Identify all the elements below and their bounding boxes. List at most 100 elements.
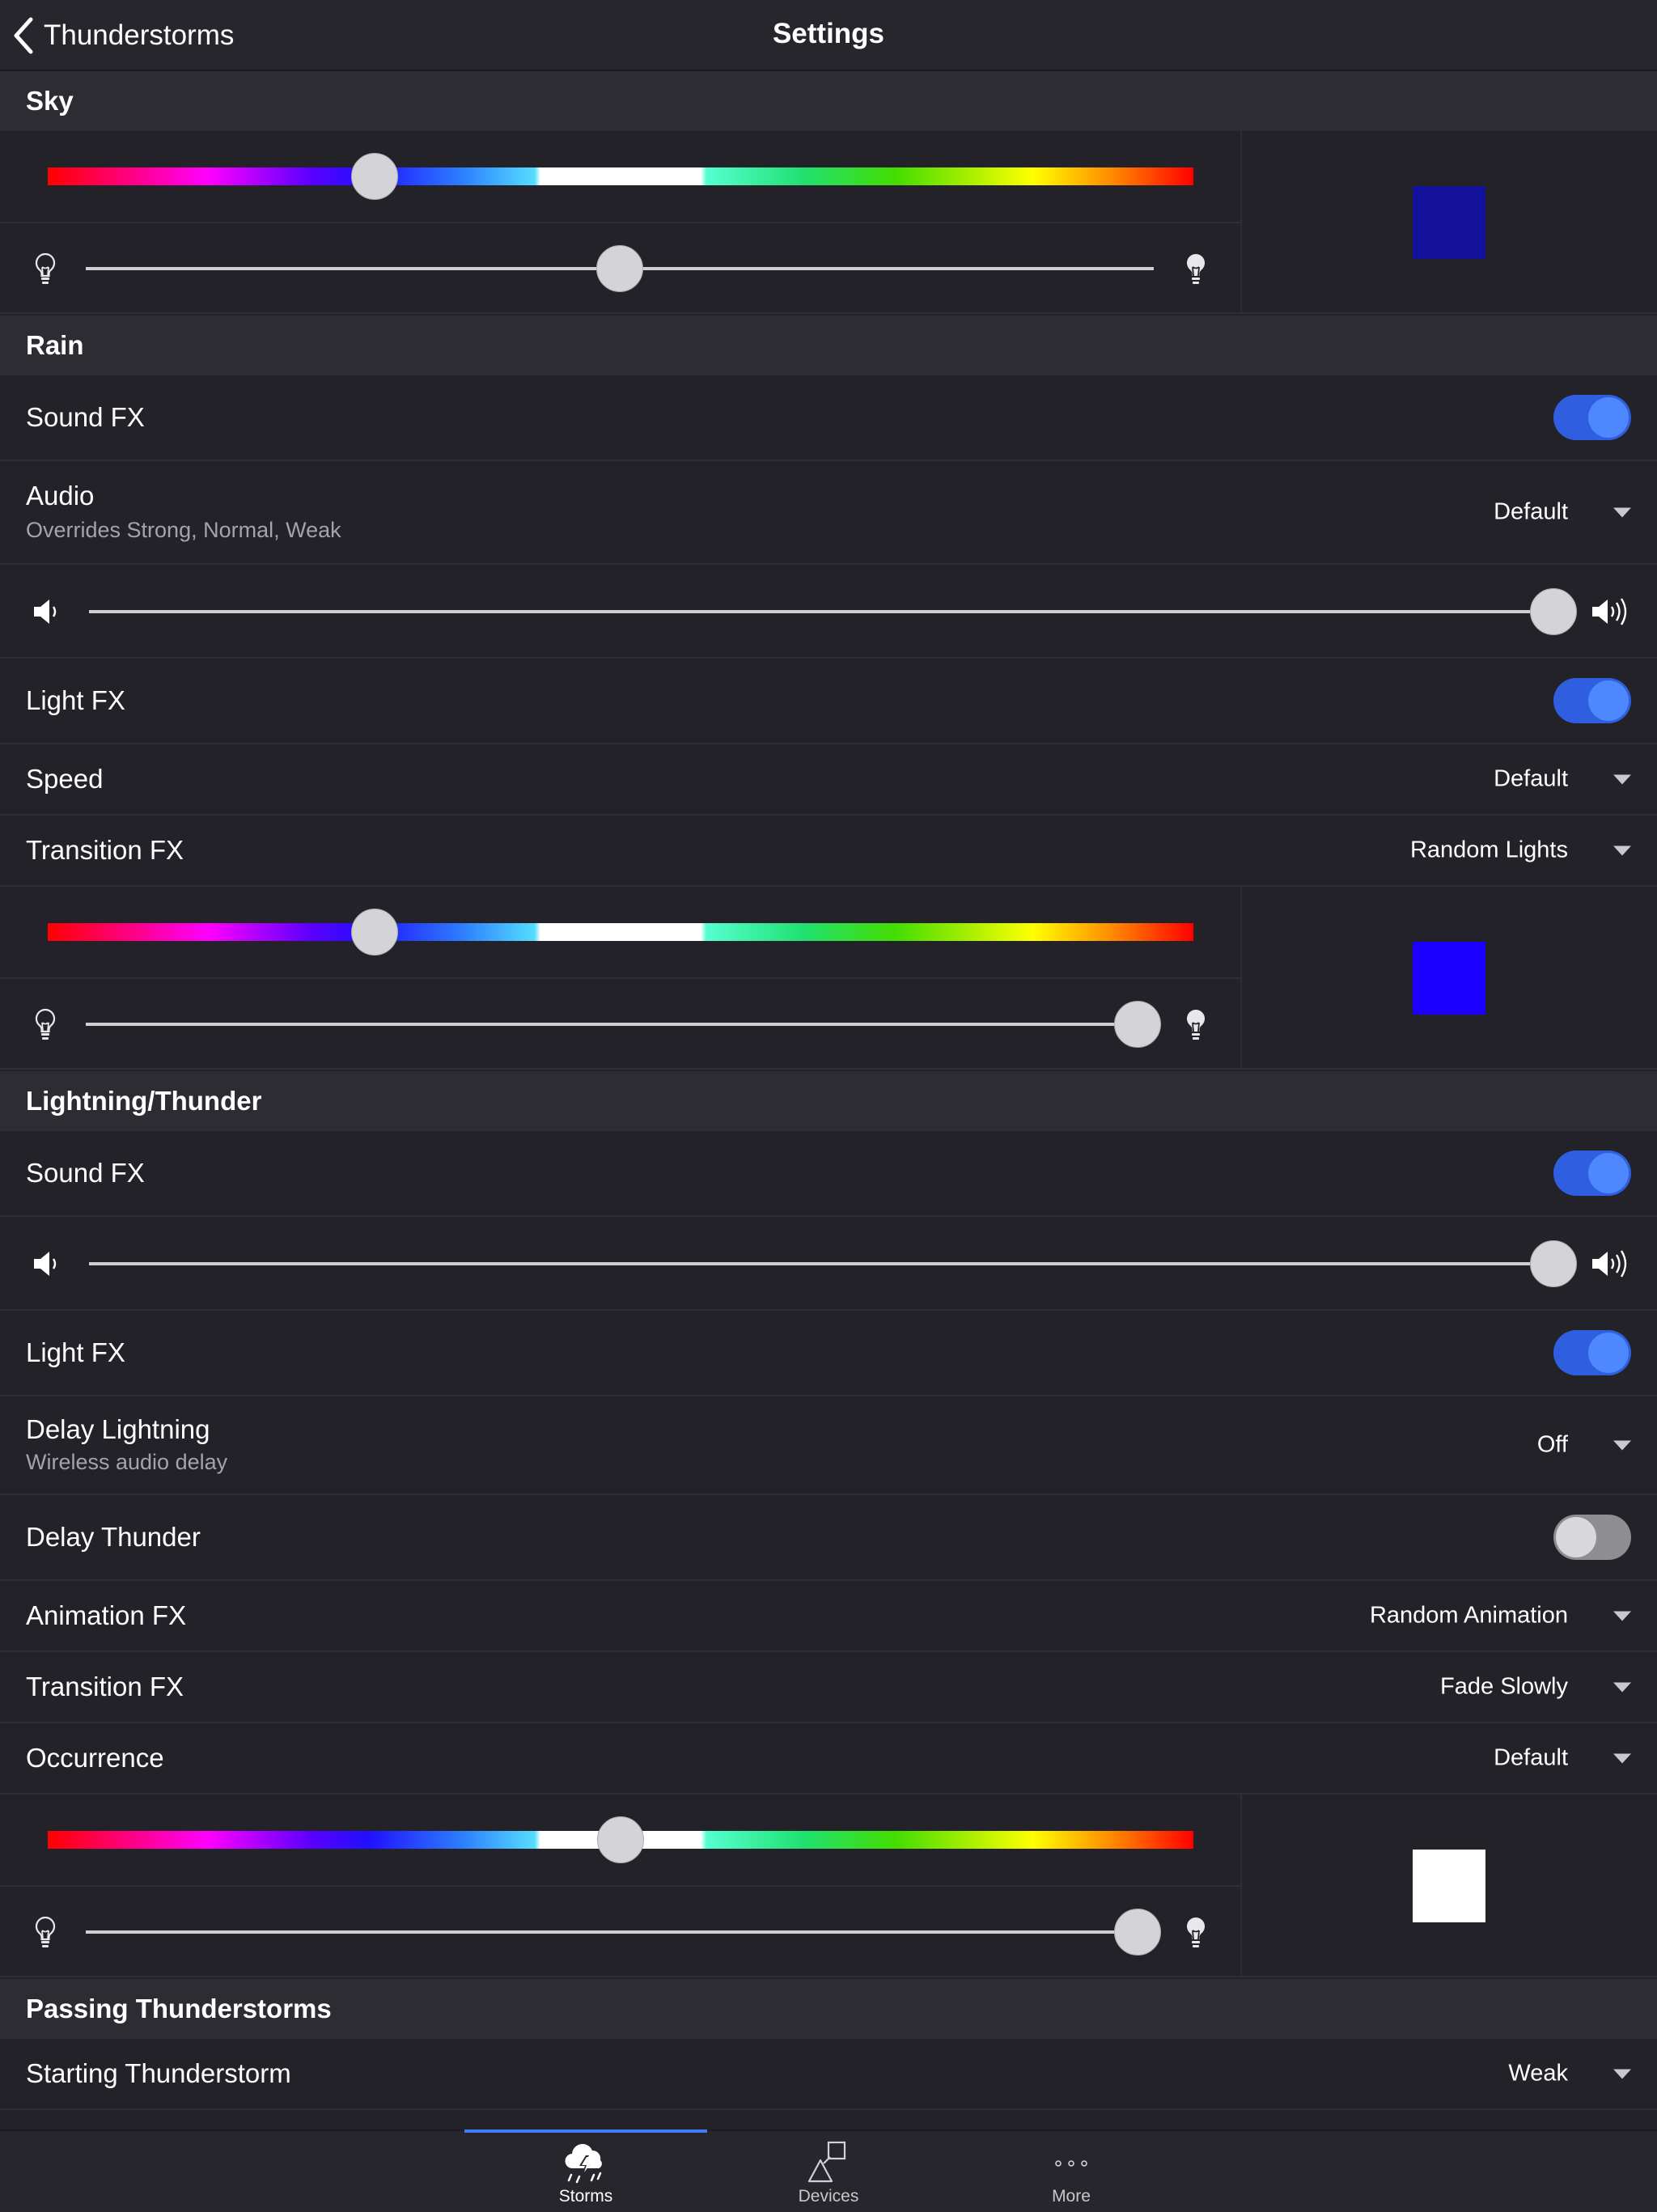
dropdown-caret-icon [1613, 2069, 1631, 2079]
tab-more[interactable]: More [950, 2131, 1193, 2212]
tab-more-label: More [1052, 2187, 1091, 2206]
rain-sound-fx-label: Sound FX [26, 402, 145, 432]
dropdown-caret-icon [1613, 1682, 1631, 1692]
lightning-color-block [0, 1795, 1657, 1977]
rain-audio-dropdown[interactable]: Default [1494, 499, 1631, 526]
storm-cloud-icon [565, 2143, 602, 2184]
rain-light-fx-toggle[interactable] [1553, 678, 1631, 723]
delay-thunder-toggle[interactable] [1553, 1515, 1631, 1560]
animation-fx-value: Random Animation [1369, 1602, 1568, 1629]
rain-hue-slider-thumb[interactable] [350, 909, 398, 956]
rain-transition-fx-value: Random Lights [1409, 837, 1568, 863]
lightning-light-fx-label: Light FX [26, 1337, 125, 1367]
occurrence-row[interactable]: Occurrence Default [0, 1723, 1657, 1795]
rain-speed-label: Speed [26, 764, 104, 794]
lightning-transition-fx-label: Transition FX [26, 1672, 184, 1701]
rain-light-fx-label: Light FX [26, 685, 125, 715]
lightning-brightness-slider-track[interactable] [86, 1930, 1154, 1934]
animation-fx-row[interactable]: Animation FX Random Animation [0, 1581, 1657, 1652]
sky-hue-slider-track[interactable] [48, 167, 1193, 185]
rain-sound-fx-toggle[interactable] [1553, 395, 1631, 440]
bulb-bright-icon [1186, 1917, 1206, 1947]
rain-audio-row[interactable]: Audio Overrides Strong, Normal, Weak Def… [0, 461, 1657, 565]
speaker-high-icon [1592, 598, 1627, 625]
tab-devices-label: Devices [798, 2187, 859, 2206]
toggle-knob [1588, 397, 1629, 438]
delay-thunder-row: Delay Thunder [0, 1495, 1657, 1581]
tab-storms-label: Storms [558, 2187, 613, 2206]
rain-transition-fx-row[interactable]: Transition FX Random Lights [0, 816, 1657, 887]
sky-hue-row [0, 131, 1240, 223]
lightning-color-controls [0, 1795, 1242, 1976]
rain-color-swatch[interactable] [1413, 942, 1485, 1015]
lightning-light-fx-toggle[interactable] [1553, 1330, 1631, 1375]
delay-thunder-label: Delay Thunder [26, 1522, 201, 1552]
bulb-dim-icon [35, 252, 56, 284]
animation-fx-label: Animation FX [26, 1600, 187, 1630]
starting-thunderstorm-dropdown[interactable]: Weak [1508, 2061, 1631, 2087]
toggle-knob [1588, 680, 1629, 721]
rain-volume-slider-track[interactable] [89, 610, 1553, 613]
rain-sound-fx-row: Sound FX [0, 375, 1657, 461]
section-header-rain: Rain [0, 316, 1657, 375]
delay-lightning-sublabel: Wireless audio delay [26, 1450, 228, 1474]
rain-audio-value: Default [1494, 498, 1568, 525]
lightning-brightness-row [0, 1887, 1240, 1976]
dropdown-caret-icon [1613, 845, 1631, 855]
toggle-knob [1588, 1153, 1629, 1193]
lightning-volume-slider-thumb[interactable] [1530, 1240, 1577, 1287]
rain-color-block [0, 887, 1657, 1070]
lightning-hue-slider-thumb[interactable] [597, 1816, 644, 1863]
delay-lightning-dropdown[interactable]: Off [1537, 1432, 1631, 1459]
rain-speed-row[interactable]: Speed Default [0, 744, 1657, 816]
rain-transition-fx-dropdown[interactable]: Random Lights [1410, 837, 1631, 864]
rain-brightness-slider-track[interactable] [86, 1023, 1154, 1026]
rain-transition-fx-label: Transition FX [26, 835, 184, 865]
delay-lightning-row[interactable]: Delay Lightning Wireless audio delay Off [0, 1396, 1657, 1495]
rain-volume-slider-thumb[interactable] [1530, 588, 1577, 635]
dropdown-caret-icon [1613, 1611, 1631, 1621]
rain-brightness-row [0, 979, 1240, 1068]
dropdown-caret-icon [1613, 774, 1631, 784]
sky-brightness-slider-thumb[interactable] [596, 245, 643, 292]
delay-lightning-label: Delay Lightning [26, 1414, 210, 1444]
starting-thunderstorm-row[interactable]: Starting Thunderstorm Weak [0, 2039, 1657, 2110]
tab-storms[interactable]: Storms [464, 2131, 707, 2212]
animation-fx-dropdown[interactable]: Random Animation [1370, 1603, 1631, 1629]
lightning-transition-fx-dropdown[interactable]: Fade Slowly [1440, 1674, 1631, 1701]
page-title: Settings [772, 18, 885, 49]
lightning-hue-row [0, 1795, 1240, 1887]
dropdown-caret-icon [1613, 507, 1631, 517]
speaker-high-icon [1592, 1250, 1627, 1278]
occurrence-dropdown[interactable]: Default [1494, 1745, 1631, 1772]
lightning-sound-fx-row: Sound FX [0, 1131, 1657, 1217]
lightning-brightness-slider-thumb[interactable] [1114, 1909, 1162, 1956]
occurrence-label: Occurrence [26, 1743, 164, 1773]
rain-hue-slider-track[interactable] [48, 923, 1193, 941]
delay-lightning-value: Off [1536, 1431, 1568, 1458]
lightning-color-swatch[interactable] [1413, 1850, 1485, 1922]
lightning-volume-slider-track[interactable] [89, 1262, 1553, 1265]
lightning-light-fx-row: Light FX [0, 1311, 1657, 1396]
speaker-low-icon [34, 600, 57, 624]
section-header-passing: Passing Thunderstorms [0, 1979, 1657, 2039]
bulb-bright-icon [1186, 1010, 1206, 1040]
rain-brightness-slider-thumb[interactable] [1114, 1001, 1162, 1048]
section-header-sky: Sky [0, 71, 1657, 131]
starting-thunderstorm-label: Starting Thunderstorm [26, 2058, 291, 2088]
navigation-bar: Thunderstorms Settings [0, 0, 1657, 71]
rain-speed-dropdown[interactable]: Default [1494, 766, 1631, 793]
lightning-sound-fx-label: Sound FX [26, 1158, 145, 1188]
sky-hue-slider-thumb[interactable] [350, 153, 398, 200]
rain-speed-value: Default [1494, 765, 1568, 792]
lightning-sound-fx-toggle[interactable] [1553, 1150, 1631, 1196]
occurrence-value: Default [1494, 1744, 1568, 1771]
lightning-transition-fx-row[interactable]: Transition FX Fade Slowly [0, 1652, 1657, 1723]
sky-color-swatch[interactable] [1413, 186, 1485, 259]
rain-color-controls [0, 887, 1242, 1068]
bulb-bright-icon [1186, 254, 1206, 284]
rain-light-fx-row: Light FX [0, 659, 1657, 744]
tab-devices[interactable]: Devices [707, 2131, 950, 2212]
toggle-knob [1588, 1333, 1629, 1373]
speaker-low-icon [34, 1252, 57, 1276]
